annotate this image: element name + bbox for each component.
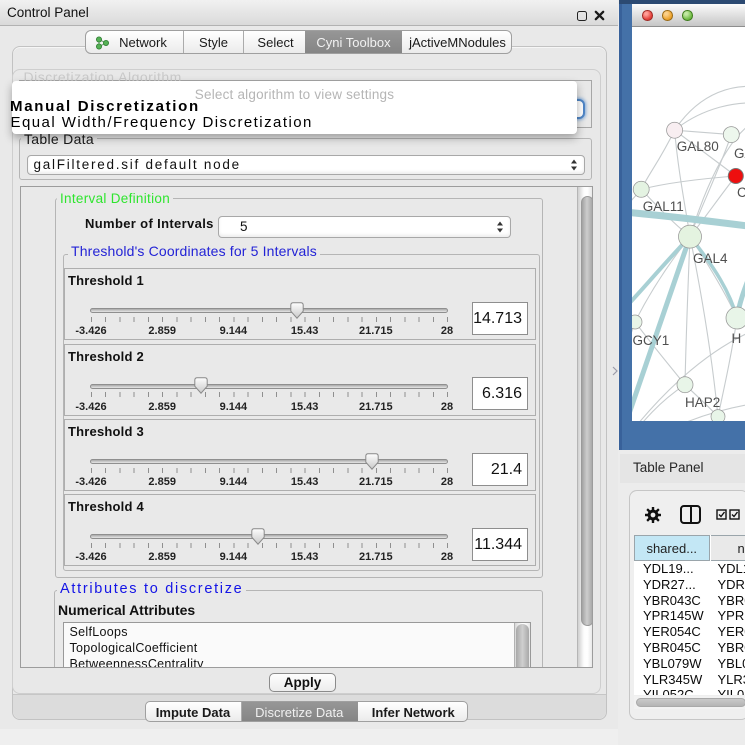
svg-text:HAP2: HAP2 — [685, 395, 720, 410]
svg-text:H: H — [732, 331, 742, 346]
svg-text:GCY1: GCY1 — [633, 333, 670, 348]
svg-text:C: C — [737, 185, 745, 200]
svg-text:GAL11: GAL11 — [643, 199, 684, 214]
svg-text:GAL4: GAL4 — [693, 251, 728, 266]
svg-text:GAL80: GAL80 — [677, 139, 719, 154]
svg-text:GA: GA — [734, 146, 745, 161]
